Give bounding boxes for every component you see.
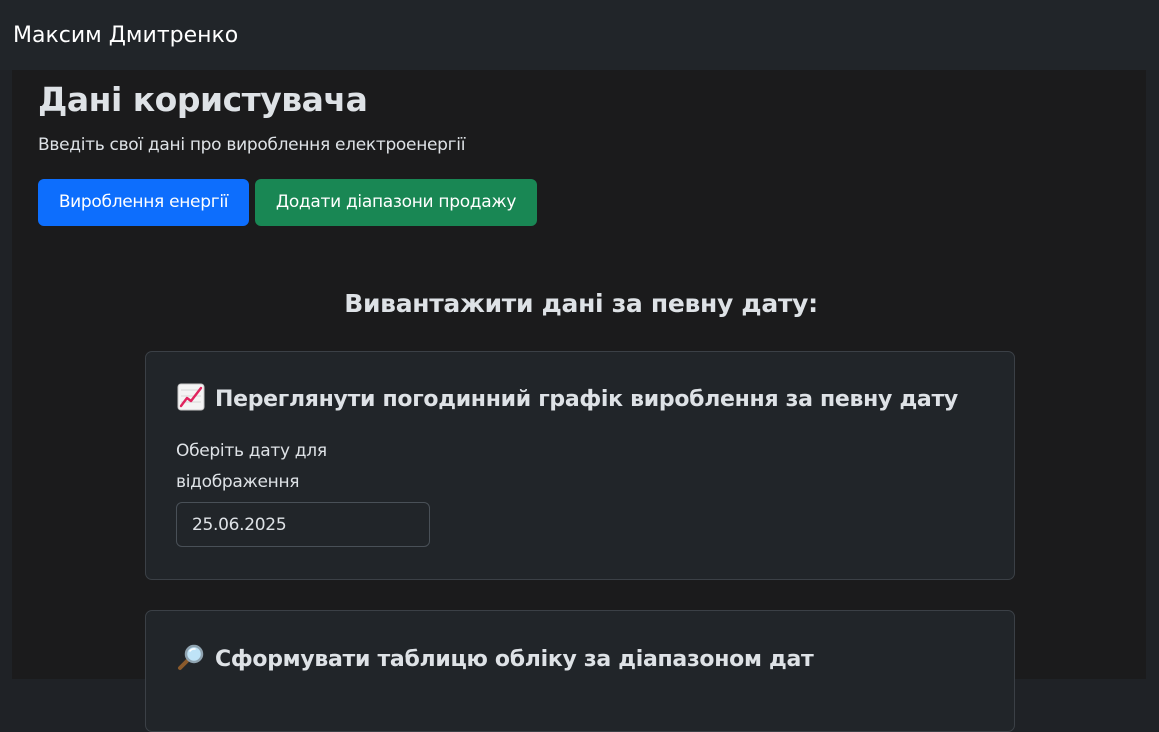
accounting-table-card: Сформувати таблицю обліку за діапазоном … (145, 610, 1015, 732)
chart-date-input[interactable] (176, 502, 430, 547)
add-sale-ranges-button[interactable]: Додати діапазони продажу (255, 179, 537, 226)
main-container: Дані користувача Введіть свої дані про в… (12, 70, 1146, 732)
accounting-table-card-title: Сформувати таблицю обліку за діапазоном … (177, 643, 814, 675)
chart-increasing-icon (177, 383, 205, 411)
navbar-brand[interactable]: Максим Дмитренко (13, 21, 238, 51)
page-subtitle: Введіть свої дані про вироблення електро… (38, 135, 466, 155)
hourly-chart-card-title-text: Переглянути погодинний графік вироблення… (215, 387, 958, 412)
magnifying-glass-icon (178, 644, 204, 670)
navbar: Максим Дмитренко (0, 0, 1159, 70)
page-title: Дані користувача (38, 80, 368, 119)
energy-production-button[interactable]: Вироблення енергії (38, 179, 249, 226)
export-section-heading: Вивантажити дані за певну дату: (344, 289, 818, 318)
hourly-chart-card: Переглянути погодинний графік вироблення… (145, 351, 1015, 580)
accounting-table-card-title-text: Сформувати таблицю обліку за діапазоном … (215, 647, 814, 672)
hourly-chart-card-title: Переглянути погодинний графік вироблення… (177, 383, 958, 415)
